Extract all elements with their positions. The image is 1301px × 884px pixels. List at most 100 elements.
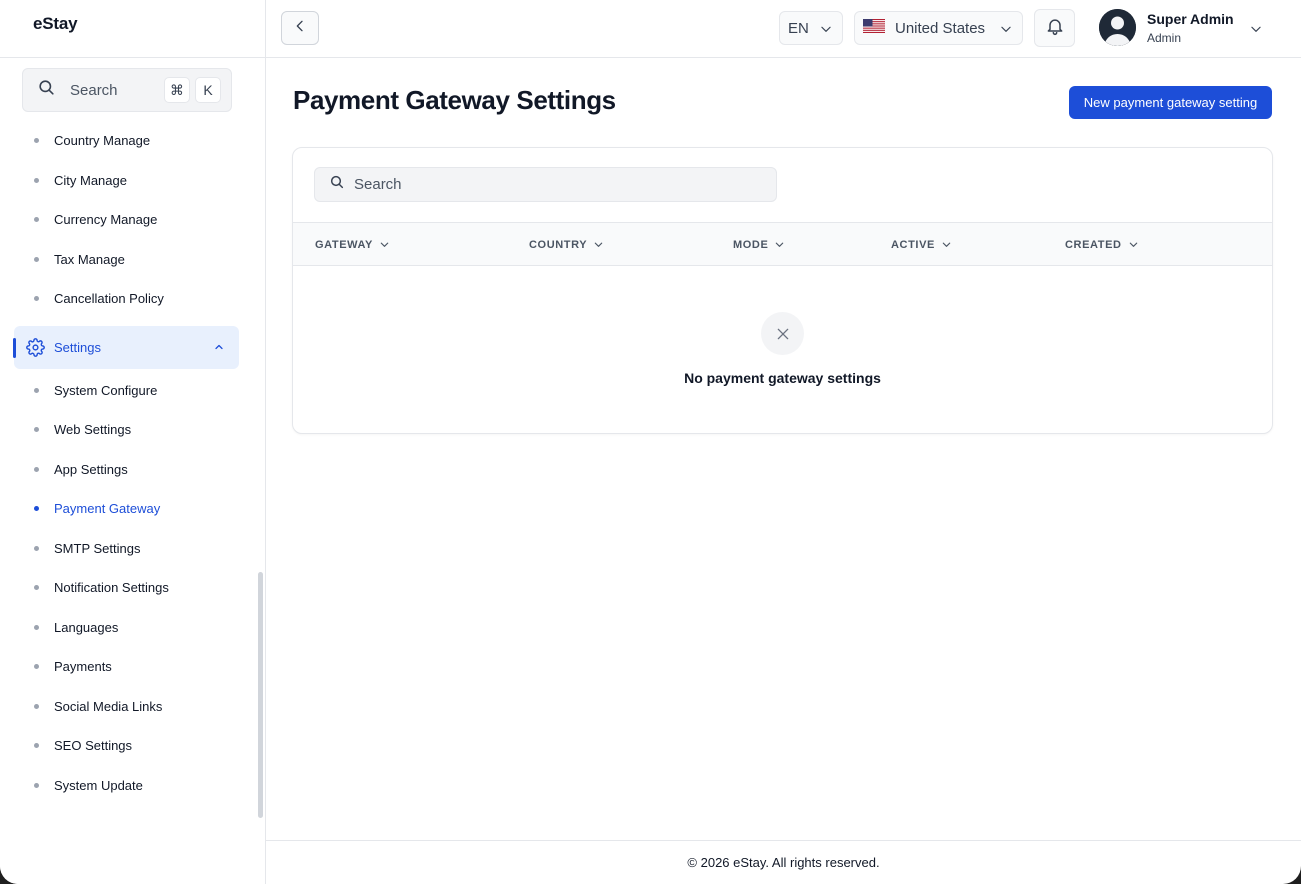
- sidebar-item-label: Payments: [54, 659, 112, 675]
- chevron-down-icon: [1129, 242, 1137, 247]
- sidebar-scrollbar[interactable]: [258, 572, 263, 818]
- app-window: eStay Search ⌘ K Country Manage City Man…: [0, 0, 1301, 884]
- bullet-dot: [34, 138, 39, 144]
- sidebar-group-settings[interactable]: Settings: [13, 325, 239, 369]
- empty-state-text: No payment gateway settings: [684, 370, 881, 386]
- user-menu[interactable]: Super Admin Admin: [1099, 9, 1269, 49]
- sidebar-item-label: City Manage: [54, 172, 127, 188]
- table-header: GATEWAY COUNTRY MODE ACTIVE CREATED: [293, 222, 1272, 266]
- bullet-dot: [34, 217, 39, 223]
- sidebar-item-system-update[interactable]: System Update: [0, 766, 256, 806]
- search-input[interactable]: [354, 176, 754, 193]
- column-label: COUNTRY: [529, 238, 588, 251]
- sidebar-item-smtp-settings[interactable]: SMTP Settings: [0, 529, 256, 569]
- sidebar-item-currency-manage[interactable]: Currency Manage: [0, 200, 256, 240]
- us-flag-icon: [863, 19, 895, 37]
- country-value: United States: [895, 19, 986, 37]
- sidebar-item-web-settings[interactable]: Web Settings: [0, 410, 256, 450]
- sidebar-item-app-settings[interactable]: App Settings: [0, 450, 256, 490]
- sidebar: eStay Search ⌘ K Country Manage City Man…: [0, 0, 266, 884]
- sidebar-item-label: Currency Manage: [54, 212, 158, 228]
- bullet-dot: [34, 743, 39, 749]
- bullet-dot: [34, 427, 39, 433]
- column-header-mode[interactable]: MODE: [733, 223, 785, 266]
- chevron-left-icon: [292, 18, 308, 39]
- column-header-gateway[interactable]: GATEWAY: [315, 223, 390, 266]
- notifications-button[interactable]: [1034, 9, 1075, 47]
- avatar: [1099, 9, 1136, 46]
- chevron-down-icon: [776, 242, 784, 247]
- chevron-down-icon: [594, 242, 603, 247]
- language-value: EN: [788, 19, 809, 37]
- topbar: EN United States Super Admin Admin: [266, 0, 1301, 58]
- sidebar-item-label: Notification Settings: [54, 580, 169, 596]
- close-icon: [761, 312, 804, 355]
- table-card: GATEWAY COUNTRY MODE ACTIVE CREATED: [292, 147, 1273, 434]
- bullet-dot: [34, 296, 39, 302]
- bullet-dot: [34, 782, 39, 788]
- sidebar-item-tax-manage[interactable]: Tax Manage: [0, 240, 256, 280]
- sidebar-item-notification-settings[interactable]: Notification Settings: [0, 568, 256, 608]
- sidebar-item-seo-settings[interactable]: SEO Settings: [0, 726, 256, 766]
- page-title: Payment Gateway Settings: [293, 85, 616, 115]
- sidebar-item-system-configure[interactable]: System Configure: [0, 371, 256, 411]
- brand-bar: eStay: [0, 0, 265, 58]
- column-label: GATEWAY: [315, 238, 373, 251]
- bullet-dot: [34, 585, 39, 591]
- collapse-sidebar-button[interactable]: [281, 11, 319, 45]
- bullet-dot: [34, 256, 39, 262]
- chevron-down-icon: [819, 22, 833, 40]
- sidebar-item-payment-gateway[interactable]: Payment Gateway: [0, 489, 256, 529]
- bullet-dot: [34, 664, 39, 670]
- sidebar-nav: Country Manage City Manage Currency Mana…: [0, 121, 256, 805]
- copyright-text: © 2026 eStay. All rights reserved.: [687, 855, 880, 870]
- bell-icon: [1045, 16, 1065, 41]
- bullet-dot: [34, 466, 39, 472]
- table-search[interactable]: [314, 167, 777, 202]
- user-role: Admin: [1147, 31, 1182, 45]
- sidebar-item-label: Languages: [54, 619, 119, 635]
- shortcut-cmd-key: ⌘: [164, 77, 190, 103]
- column-label: CREATED: [1065, 238, 1122, 251]
- bullet-dot: [34, 387, 39, 393]
- language-select[interactable]: EN: [779, 11, 843, 45]
- column-label: MODE: [733, 238, 769, 251]
- sidebar-item-label: Web Settings: [54, 422, 132, 438]
- sidebar-item-label: System Configure: [54, 382, 158, 398]
- sidebar-item-label: Tax Manage: [54, 251, 125, 267]
- column-header-active[interactable]: ACTIVE: [891, 223, 952, 266]
- sidebar-item-cancellation-policy[interactable]: Cancellation Policy: [0, 279, 256, 319]
- column-header-country[interactable]: COUNTRY: [529, 223, 604, 266]
- chevron-up-icon: [213, 341, 225, 356]
- gear-icon: [26, 337, 45, 360]
- chevron-down-icon: [380, 242, 389, 247]
- sidebar-item-label: App Settings: [54, 461, 128, 477]
- column-label: ACTIVE: [891, 238, 935, 251]
- bullet-dot: [34, 177, 39, 183]
- bullet-dot: [34, 506, 39, 512]
- sidebar-search[interactable]: Search ⌘ K: [22, 68, 232, 112]
- new-payment-gateway-button[interactable]: New payment gateway setting: [1069, 86, 1272, 119]
- brand-logo[interactable]: eStay: [33, 14, 78, 33]
- sidebar-item-label: Country Manage: [54, 133, 151, 149]
- search-icon: [329, 174, 345, 195]
- sidebar-item-social-media-links[interactable]: Social Media Links: [0, 687, 256, 727]
- column-header-created[interactable]: CREATED: [1065, 223, 1139, 266]
- main-content: Payment Gateway Settings New payment gat…: [266, 58, 1301, 840]
- bullet-dot: [34, 703, 39, 709]
- shortcut-k-key: K: [195, 77, 221, 103]
- chevron-down-icon: [999, 22, 1013, 40]
- sidebar-item-city-manage[interactable]: City Manage: [0, 161, 256, 201]
- sidebar-item-label: System Update: [54, 777, 143, 793]
- bullet-dot: [34, 545, 39, 551]
- sidebar-item-country-manage[interactable]: Country Manage: [0, 121, 256, 161]
- sidebar-item-languages[interactable]: Languages: [0, 608, 256, 648]
- footer: © 2026 eStay. All rights reserved.: [266, 840, 1301, 884]
- search-icon: [37, 78, 56, 102]
- sidebar-item-label: Social Media Links: [54, 698, 163, 714]
- country-select[interactable]: United States: [854, 11, 1023, 45]
- bullet-dot: [34, 624, 39, 630]
- sidebar-item-payments[interactable]: Payments: [0, 647, 256, 687]
- sidebar-group-label: Settings: [54, 339, 101, 355]
- sidebar-item-label: SMTP Settings: [54, 540, 141, 556]
